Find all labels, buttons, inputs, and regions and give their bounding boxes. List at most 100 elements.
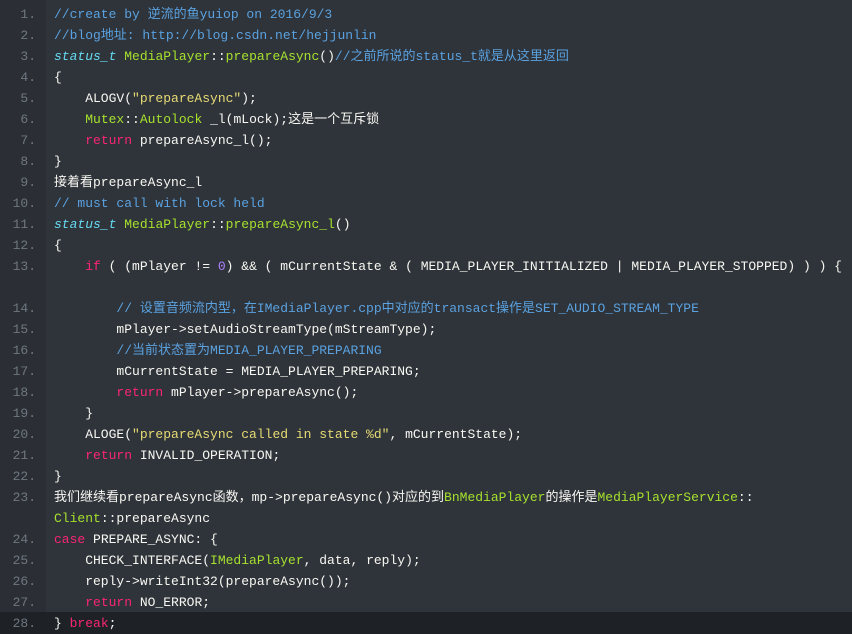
token: ALOGV( <box>54 91 132 106</box>
token: //之前所说的status_t就是从这里返回 <box>335 49 569 64</box>
token: Autolock <box>140 112 202 127</box>
token: case <box>54 532 85 547</box>
token: 接着看prepareAsync_l <box>54 175 202 190</box>
line-number: 21. <box>8 445 36 466</box>
token: if <box>85 259 101 274</box>
token <box>54 259 85 274</box>
token: mCurrentState = MEDIA_PLAYER_PREPARING; <box>54 364 421 379</box>
token: :: <box>210 49 226 64</box>
code-line[interactable]: reply->writeInt32(prepareAsync()); <box>54 571 852 592</box>
code-line[interactable]: return NO_ERROR; <box>54 592 852 613</box>
token: MediaPlayer <box>124 217 210 232</box>
code-line[interactable]: mPlayer->setAudioStreamType(mStreamType)… <box>54 319 852 340</box>
line-number: 4. <box>8 67 36 88</box>
code-editor: 1.2.3.4.5.6.7.8.9.10.11.12.13.14.15.16.1… <box>0 0 852 612</box>
line-number: 9. <box>8 172 36 193</box>
token: BnMediaPlayer <box>444 490 545 505</box>
line-number-gutter: 1.2.3.4.5.6.7.8.9.10.11.12.13.14.15.16.1… <box>0 0 46 612</box>
token: { <box>54 70 62 85</box>
token: //当前状态置为MEDIA_PLAYER_PREPARING <box>116 343 381 358</box>
line-number: 14. <box>8 298 36 319</box>
token: 我们继续看prepareAsync函数，mp->prepareAsync()对应… <box>54 490 444 505</box>
line-number: 2. <box>8 25 36 46</box>
line-number: 20. <box>8 424 36 445</box>
token: ) && ( mCurrentState & ( MEDIA_PLAYER_IN… <box>226 259 842 274</box>
line-number: 5. <box>8 88 36 109</box>
code-line[interactable]: { <box>54 235 852 256</box>
token: // 设置音频流内型，在IMediaPlayer.cpp中对应的transact… <box>116 301 698 316</box>
token: _l(mLock);这是一个互斥锁 <box>202 112 379 127</box>
code-line[interactable]: status_t MediaPlayer::prepareAsync_l() <box>54 214 852 235</box>
token: NO_ERROR; <box>132 595 210 610</box>
token: prepareAsync_l <box>226 217 335 232</box>
line-number: 3. <box>8 46 36 67</box>
token: { <box>54 238 62 253</box>
token: CHECK_INTERFACE( <box>54 553 210 568</box>
code-line[interactable]: //blog地址: http://blog.csdn.net/hejjunlin <box>54 25 852 46</box>
token: //blog地址: http://blog.csdn.net/hejjunlin <box>54 28 376 43</box>
token: } <box>54 406 93 421</box>
line-number: 26. <box>8 571 36 592</box>
line-number: 18. <box>8 382 36 403</box>
line-number: 13. <box>8 256 36 298</box>
code-line[interactable]: { <box>54 67 852 88</box>
token: 的操作是 <box>545 490 597 505</box>
code-line[interactable]: if ( (mPlayer != 0) && ( mCurrentState &… <box>54 256 852 298</box>
code-line[interactable]: return prepareAsync_l(); <box>54 130 852 151</box>
line-number: 27. <box>8 592 36 613</box>
line-number: 15. <box>8 319 36 340</box>
code-line[interactable]: } <box>54 151 852 172</box>
line-number: 24. <box>8 529 36 550</box>
code-line[interactable]: Mutex::Autolock _l(mLock);这是一个互斥锁 <box>54 109 852 130</box>
code-line[interactable]: // must call with lock held <box>54 193 852 214</box>
token: // must call with lock held <box>54 196 265 211</box>
line-number: 28. <box>8 613 36 634</box>
code-line[interactable]: } <box>54 403 852 424</box>
token: ::prepareAsync <box>101 511 210 526</box>
code-line[interactable]: 我们继续看prepareAsync函数，mp->prepareAsync()对应… <box>54 487 852 529</box>
token: } <box>54 154 62 169</box>
code-line[interactable]: 接着看prepareAsync_l <box>54 172 852 193</box>
code-line[interactable]: //create by 逆流的鱼yuiop on 2016/9/3 <box>54 4 852 25</box>
token: PREPARE_ASYNC: { <box>85 532 218 547</box>
line-number: 12. <box>8 235 36 256</box>
token: Client <box>54 511 101 526</box>
code-line[interactable]: } break; <box>54 613 852 634</box>
token: () <box>319 49 335 64</box>
token: return <box>85 448 132 463</box>
token <box>54 448 85 463</box>
token <box>54 343 116 358</box>
token: prepareAsync <box>226 49 320 64</box>
line-number: 17. <box>8 361 36 382</box>
token <box>54 385 116 400</box>
line-number: 10. <box>8 193 36 214</box>
token: break <box>70 616 109 631</box>
token: () <box>335 217 351 232</box>
token: MediaPlayer <box>124 49 210 64</box>
code-line[interactable]: CHECK_INTERFACE(IMediaPlayer, data, repl… <box>54 550 852 571</box>
code-line[interactable]: case PREPARE_ASYNC: { <box>54 529 852 550</box>
code-area[interactable]: //create by 逆流的鱼yuiop on 2016/9/3 //blog地… <box>46 0 852 612</box>
code-line[interactable]: ALOGE("prepareAsync called in state %d",… <box>54 424 852 445</box>
token: :: <box>124 112 140 127</box>
code-line[interactable]: mCurrentState = MEDIA_PLAYER_PREPARING; <box>54 361 852 382</box>
token: 0 <box>218 259 226 274</box>
line-number: 19. <box>8 403 36 424</box>
code-line[interactable]: // 设置音频流内型，在IMediaPlayer.cpp中对应的transact… <box>54 298 852 319</box>
token: reply->writeInt32(prepareAsync()); <box>54 574 350 589</box>
line-number: 8. <box>8 151 36 172</box>
token: INVALID_OPERATION; <box>132 448 280 463</box>
line-number: 11. <box>8 214 36 235</box>
code-line[interactable]: } <box>54 466 852 487</box>
token: "prepareAsync" <box>132 91 241 106</box>
code-line[interactable]: //当前状态置为MEDIA_PLAYER_PREPARING <box>54 340 852 361</box>
code-line[interactable]: ALOGV("prepareAsync"); <box>54 88 852 109</box>
token: return <box>85 595 132 610</box>
code-line[interactable]: return INVALID_OPERATION; <box>54 445 852 466</box>
code-line[interactable]: status_t MediaPlayer::prepareAsync()//之前… <box>54 46 852 67</box>
code-line[interactable]: return mPlayer->prepareAsync(); <box>54 382 852 403</box>
line-number: 7. <box>8 130 36 151</box>
token: , data, reply); <box>304 553 421 568</box>
line-number: 23. <box>8 487 36 529</box>
token: IMediaPlayer <box>210 553 304 568</box>
